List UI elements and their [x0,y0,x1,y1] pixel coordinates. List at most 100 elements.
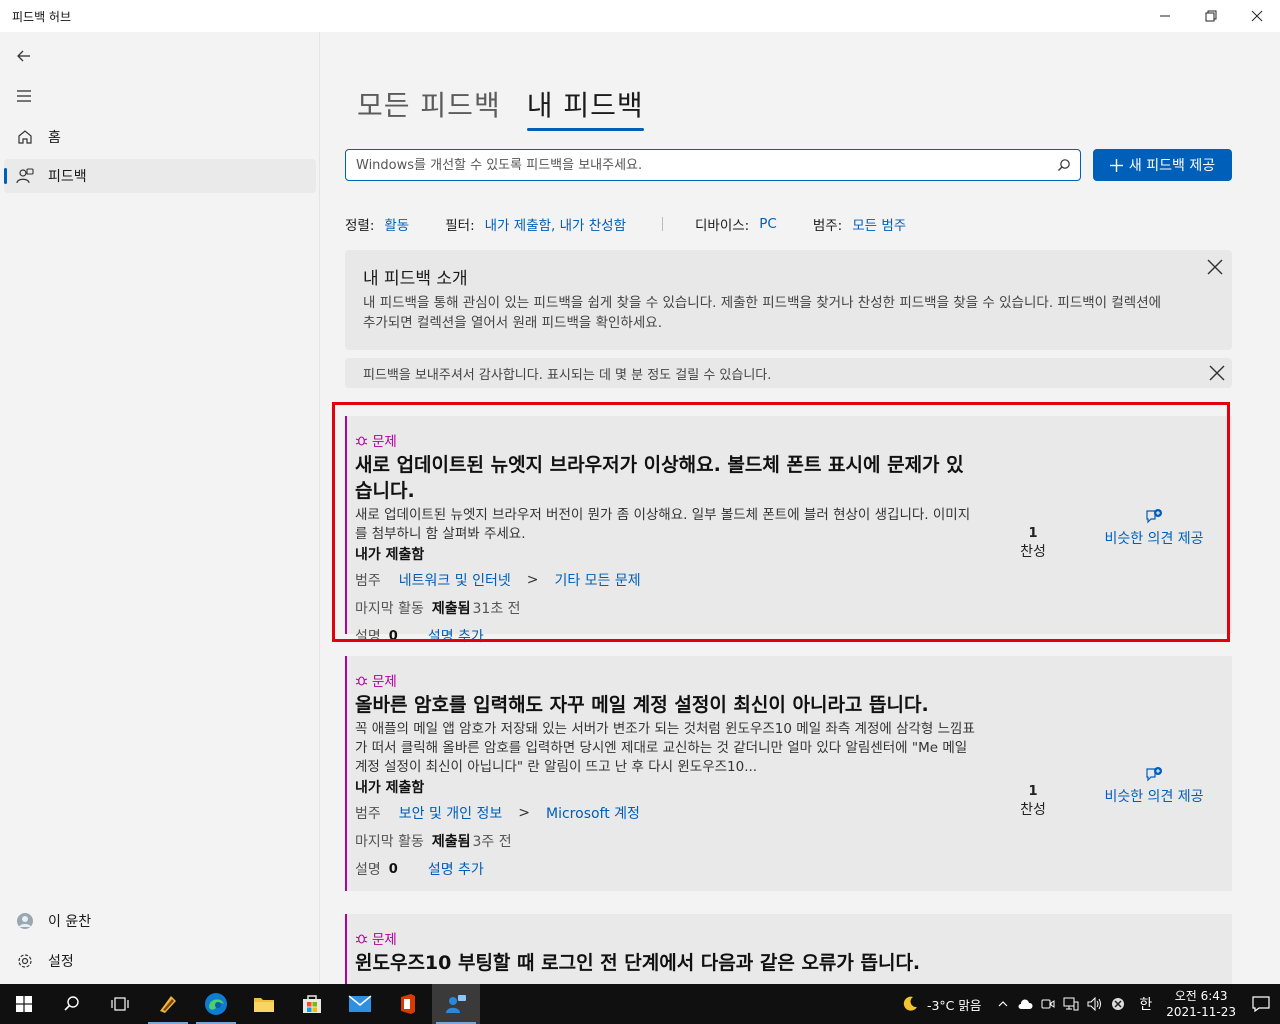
feedback-card[interactable]: 문제 올바른 암호를 입력해도 자꾸 메일 계정 설정이 최신이 아니라고 뜹니… [345,656,1232,891]
home-icon [4,129,44,145]
intro-body: 내 피드백을 통해 관심이 있는 피드백을 쉽게 찾을 수 있습니다. 제출한 … [363,295,1162,331]
tab-my-feedback[interactable]: 내 피드백 [526,84,644,131]
start-button[interactable] [0,984,48,1024]
filter-bar: 정렬: 활동 필터: 내가 제출함, 내가 찬성함 디바이스: PC 범주: 모… [345,214,942,234]
volume-icon[interactable] [1087,997,1103,1011]
system-tray: -3°C 맑음 한 오전 6:43 2021-11-23 [897,984,1280,1024]
back-button[interactable] [10,42,38,70]
feedback-title[interactable]: 윈도우즈10 부팅할 때 로그인 전 단계에서 다음과 같은 오류가 뜹니다. [355,950,965,976]
feedback-title[interactable]: 올바른 암호를 입력해도 자꾸 메일 계정 설정이 최신이 아니라고 뜹니다. [355,692,965,718]
main-content: 모든 피드백 내 피드백 새 피드백 제공 정렬: 활동 필터: 내가 제출함,… [321,32,1280,984]
taskbar-mail[interactable] [336,984,384,1024]
category-label: 범주: [812,218,843,234]
taskbar-file-explorer[interactable] [240,984,288,1024]
task-view-button[interactable] [96,984,144,1024]
last-activity-label: 마지막 활동 [355,834,424,850]
back-arrow-icon [17,50,30,62]
new-feedback-button[interactable]: 새 피드백 제공 [1093,149,1232,181]
activity-time: 3주 전 [472,834,512,850]
issue-tag: 문제 [355,670,1232,690]
taskbar-store[interactable] [288,984,336,1024]
minimize-icon [1160,15,1170,17]
similar-feedback-button[interactable]: 비슷한 의견 제공 [1099,766,1209,807]
minimize-button[interactable] [1142,0,1188,32]
taskbar-app-tool[interactable] [144,984,192,1024]
issue-tag: 문제 [355,928,1232,948]
comments-count: 0 [388,861,398,877]
notice-text: 피드백을 보내주셔서 감사합니다. 표시되는 데 몇 분 정도 걸릴 수 있습니… [363,367,772,383]
meet-now-icon[interactable] [1041,997,1055,1011]
new-feedback-label: 새 피드백 제공 [1128,158,1216,174]
search-icon [64,996,79,1011]
search-input[interactable] [356,157,1048,173]
upvote-button[interactable]: 1 찬성 [1009,784,1057,819]
bug-icon [355,933,368,944]
windows-logo-icon [16,996,32,1012]
hamburger-icon [17,90,31,102]
window-title: 피드백 허브 [12,9,72,24]
upvote-label: 찬성 [1020,802,1046,818]
sidebar-item-account[interactable]: 이 윤찬 [4,904,316,938]
feedback-person-icon [4,167,44,185]
clock[interactable]: 오전 6:43 2021-11-23 [1166,988,1236,1020]
restore-button[interactable] [1188,0,1234,32]
blocked-icon[interactable] [1111,997,1125,1011]
filter-divider [662,217,663,231]
sidebar: 홈 피드백 이 윤찬 설정 [0,32,320,984]
app-tool-icon [160,996,176,1013]
chevron-up-icon[interactable] [997,998,1009,1010]
folder-icon [254,998,274,1012]
device-dropdown[interactable]: PC [759,216,777,232]
search-icon[interactable] [1048,158,1080,172]
add-comment-link[interactable]: 설명 추가 [428,859,484,879]
ime-indicator[interactable]: 한 [1139,994,1152,1014]
filter-label: 필터: [445,218,475,234]
upvote-count: 1 [1028,784,1038,799]
title-bar: 피드백 허브 [0,0,1280,32]
issue-tag-label: 문제 [372,674,397,690]
close-icon [1251,10,1263,22]
intro-banner: 내 피드백 소개 내 피드백을 통해 관심이 있는 피드백을 쉽게 찾을 수 있… [345,250,1232,350]
bug-icon [355,675,368,686]
restore-icon [1205,10,1217,22]
sidebar-item-feedback[interactable]: 피드백 [4,159,316,193]
pivot-tabs: 모든 피드백 내 피드백 [357,84,644,131]
add-comment-icon [1146,767,1162,782]
sidebar-item-home[interactable]: 홈 [4,120,316,154]
similar-feedback-label: 비슷한 의견 제공 [1104,789,1204,805]
weather-moon-icon[interactable] [901,995,919,1013]
tab-all-feedback[interactable]: 모든 피드백 [357,84,501,130]
hamburger-menu-button[interactable] [10,82,38,110]
feedback-card[interactable]: 문제 윈도우즈10 부팅할 때 로그인 전 단계에서 다음과 같은 오류가 뜹니… [345,914,1232,984]
taskbar: -3°C 맑음 한 오전 6:43 2021-11-23 [0,984,1280,1024]
taskbar-edge[interactable] [192,984,240,1024]
feedback-hub-icon [446,995,466,1013]
filter-dropdown[interactable]: 내가 제출함, 내가 찬성함 [485,214,626,234]
comments-label: 설명 [355,862,381,878]
weather-text[interactable]: -3°C 맑음 [927,995,981,1014]
close-icon[interactable] [1208,364,1226,382]
mail-icon [348,995,372,1012]
cloud-icon[interactable] [1017,998,1033,1010]
category-link-secondary[interactable]: Microsoft 계정 [546,803,640,823]
taskbar-office[interactable] [384,984,432,1024]
close-icon[interactable] [1206,258,1224,276]
notification-icon[interactable] [1252,996,1270,1012]
submitted-label: 제출됨 [431,834,471,850]
close-button[interactable] [1234,0,1280,32]
network-icon[interactable] [1063,997,1079,1011]
category-label: 범주 [355,806,381,822]
search-taskbar-button[interactable] [48,984,96,1024]
edge-icon [205,993,227,1015]
category-link-primary[interactable]: 보안 및 개인 정보 [399,803,503,823]
category-separator: > [518,805,531,821]
category-dropdown[interactable]: 모든 범주 [852,214,906,234]
avatar [4,912,44,930]
taskbar-feedback-hub[interactable] [432,984,480,1024]
feedback-description: 꼭 애플의 메일 앱 암호가 저장돼 있는 서버가 변조가 되는 것처럼 윈도우… [355,721,975,775]
sort-dropdown[interactable]: 활동 [384,214,409,234]
sidebar-item-settings[interactable]: 설정 [4,944,316,978]
sidebar-item-label: 홈 [48,130,61,146]
notice-banner: 피드백을 보내주셔서 감사합니다. 표시되는 데 몇 분 정도 걸릴 수 있습니… [345,358,1232,388]
store-icon [303,995,321,1013]
